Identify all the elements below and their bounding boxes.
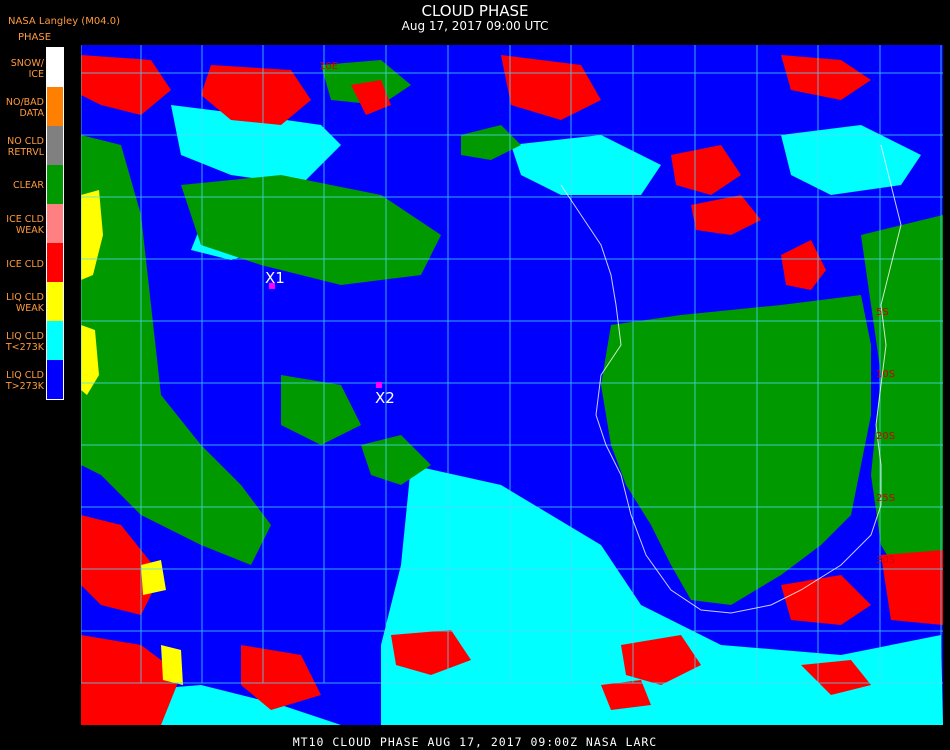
legend-label-ice-cld: ICE CLD xyxy=(6,259,44,270)
map-datetime: Aug 17, 2017 09:00 UTC xyxy=(401,19,549,33)
legend-label-clear: CLEAR xyxy=(12,180,44,191)
grid-label-25s: 25S xyxy=(876,493,895,504)
legend-label-liq-cld-warm: LIQ CLD T>273K xyxy=(5,370,44,392)
legend-swatch-ice-cld xyxy=(47,243,63,282)
legend-title: PHASE xyxy=(18,32,52,43)
grid-label-20s: 20S xyxy=(876,431,895,442)
legend-label-no-bad-data: NO/BAD DATA xyxy=(5,97,44,119)
legend-swatch-no-bad-data xyxy=(47,87,63,126)
marker-x1-label: X1 xyxy=(265,269,285,287)
legend-label-no-cld-retrvl: NO CLD RETRVL xyxy=(7,136,44,158)
legend-swatch-ice-cld-weak xyxy=(47,204,63,243)
legend-swatch-snow-ice xyxy=(47,48,63,87)
legend-label-liq-cld-weak: LIQ CLD WEAK xyxy=(6,292,44,314)
legend-swatch-clear xyxy=(47,165,63,204)
legend-label-liq-cld-cold: LIQ CLD T<273K xyxy=(5,331,44,353)
grid-label-10e: 10E xyxy=(319,61,338,72)
legend-label-snow-ice: SNOW/ ICE xyxy=(10,58,44,80)
grid-label-30s: 30S xyxy=(876,555,895,566)
legend-swatch-no-cld-retrvl xyxy=(47,126,63,165)
marker-x2-point xyxy=(376,382,382,388)
legend-swatch-liq-cld-cold xyxy=(47,321,63,360)
legend-swatch-liq-cld-weak xyxy=(47,282,63,321)
legend-label-ice-cld-weak: ICE CLD WEAK xyxy=(6,214,44,236)
legend-swatch-liq-cld-warm xyxy=(47,360,63,399)
cloud-phase-map: 10E 5S 10S 20S 25S 30S X1 X2 xyxy=(81,45,943,725)
map-title: CLOUD PHASE xyxy=(421,2,529,20)
grid-label-10s: 10S xyxy=(876,369,895,380)
footer-caption: MT10 CLOUD PHASE AUG 17, 2017 09:00Z NAS… xyxy=(292,735,658,749)
marker-x2-label: X2 xyxy=(375,389,395,407)
legend-colorbar xyxy=(46,47,64,400)
grid-label-5s: 5S xyxy=(876,307,889,318)
